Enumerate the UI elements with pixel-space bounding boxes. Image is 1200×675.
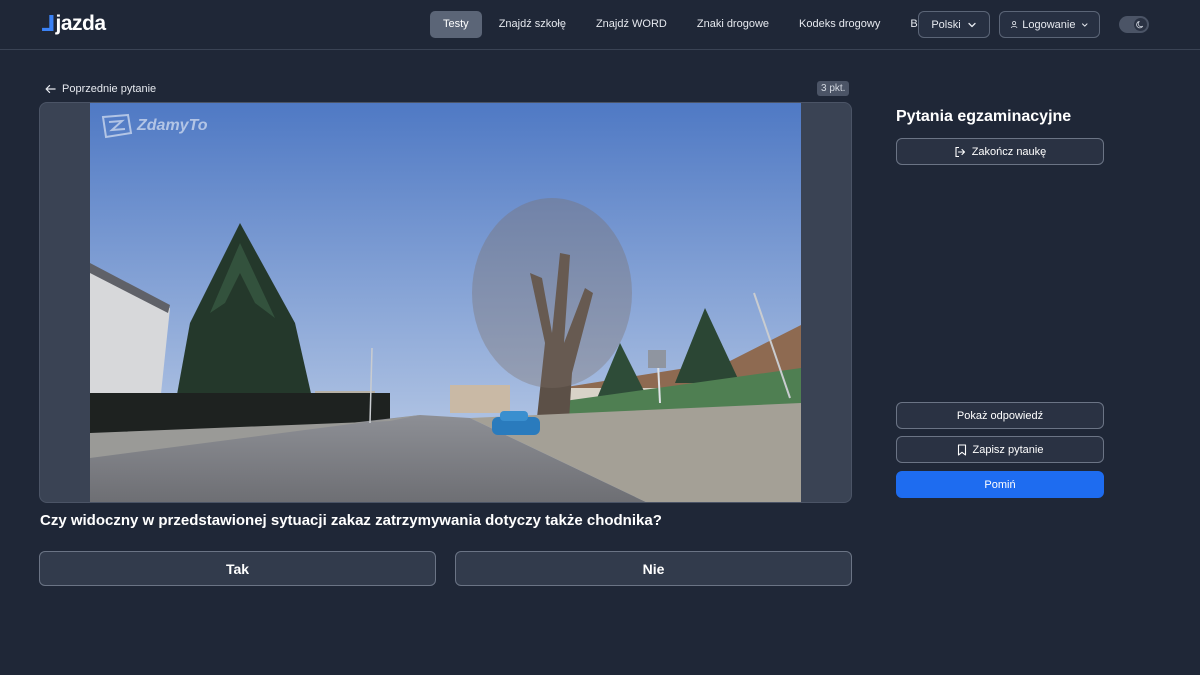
login-dropdown[interactable]: Logowanie — [999, 11, 1100, 38]
watermark: ZdamyTo — [100, 113, 208, 139]
language-label: Polski — [931, 18, 961, 31]
logo-text: jazda — [55, 12, 107, 35]
top-navbar: ⅃ jazda Testy Znajdź szkołę Znajdź WORD … — [0, 0, 1200, 50]
answer-yes-button[interactable]: Tak — [39, 551, 436, 586]
save-question-button[interactable]: Zapisz pytanie — [896, 436, 1104, 463]
watermark-text: ZdamyTo — [137, 117, 208, 134]
language-dropdown[interactable]: Polski — [918, 11, 990, 38]
nav-item-traffic-code[interactable]: Kodeks drogowy — [786, 11, 893, 38]
skip-button[interactable]: Pomiń — [896, 471, 1104, 498]
logo[interactable]: ⅃ jazda — [41, 11, 106, 37]
previous-question-label: Poprzednie pytanie — [62, 83, 157, 95]
chevron-down-icon — [1082, 22, 1088, 27]
main-nav: Testy Znajdź szkołę Znajdź WORD Znaki dr… — [430, 11, 949, 38]
moon-icon — [1134, 18, 1147, 31]
question-photo — [90, 103, 801, 502]
nav-item-find-school[interactable]: Znajdź szkołę — [486, 11, 579, 38]
nav-item-find-word[interactable]: Znajdź WORD — [583, 11, 680, 38]
sidebar-title: Pytania egzaminacyjne — [896, 108, 1072, 125]
previous-question-link[interactable]: Poprzednie pytanie — [45, 81, 156, 97]
nav-item-road-signs[interactable]: Znaki drogowe — [684, 11, 782, 38]
theme-toggle[interactable] — [1119, 16, 1149, 33]
answer-no-button[interactable]: Nie — [455, 551, 852, 586]
nav-item-testy[interactable]: Testy — [430, 11, 482, 38]
user-icon — [1010, 21, 1018, 29]
show-answer-button[interactable]: Pokaż odpowiedź — [896, 402, 1104, 429]
logo-mark-icon: ⅃ — [41, 11, 55, 36]
points-badge: 3 pkt. — [817, 81, 850, 96]
arrow-left-icon — [45, 84, 56, 94]
question-media: ZdamyTo — [39, 102, 852, 503]
bookmark-icon — [957, 443, 966, 456]
finish-learning-label: Zakończ naukę — [971, 145, 1047, 158]
watermark-logo-icon — [101, 113, 133, 139]
login-label: Logowanie — [1022, 18, 1076, 31]
chevron-down-icon — [968, 22, 976, 27]
question-text: Czy widoczny w przedstawionej sytuacji z… — [40, 512, 662, 529]
finish-learning-button[interactable]: Zakończ naukę — [896, 138, 1104, 165]
logout-icon — [955, 146, 965, 157]
save-question-label: Zapisz pytanie — [972, 443, 1044, 456]
